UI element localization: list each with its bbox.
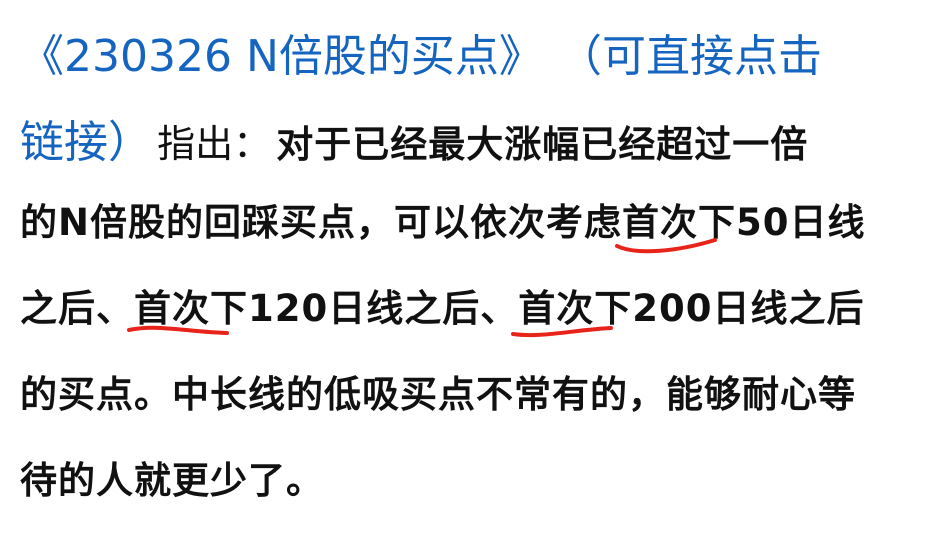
body-text-line-5: 的买点。中长线的低吸买点不常有的，能够耐心等 bbox=[20, 373, 856, 416]
highlight-200-day-line: 首次下200日线之后 bbox=[511, 278, 865, 338]
article-link-note-1[interactable]: （可直接点击 bbox=[558, 20, 822, 84]
highlight-120-day-line: 首次下120日线 bbox=[127, 278, 405, 335]
body-text-line-4b: 之后、 bbox=[404, 287, 519, 330]
article-link-title[interactable]: 《230326 N倍股的买点》 bbox=[20, 20, 543, 84]
line-2: 链接） 指出： 对于已经最大涨幅已经超过一倍 bbox=[20, 106, 925, 192]
article-link-note-2[interactable]: 链接） bbox=[20, 106, 152, 170]
body-text-line-4a: 之后、 bbox=[20, 287, 134, 330]
highlight-50-day-line: 首次下50日线 bbox=[614, 192, 866, 254]
line-3: 的N倍股的回踩买点，可以依次考虑首次下50日线 bbox=[20, 192, 925, 278]
highlight-200-day-line-text: 首次下200日线之后 bbox=[518, 287, 865, 330]
line-6: 待的人就更少了。 bbox=[20, 450, 925, 536]
line-4: 之后、首次下120日线 之后、首次下200日线之后 bbox=[20, 278, 925, 364]
lead-text: 指出： bbox=[157, 122, 272, 166]
highlight-120-day-line-text: 首次下120日线 bbox=[134, 287, 405, 330]
body-text-line-3: 的N倍股的回踩买点，可以依次考虑 bbox=[20, 201, 622, 244]
line-1: 《230326 N倍股的买点》 （可直接点击 bbox=[20, 20, 925, 106]
article-paragraph: 《230326 N倍股的买点》 （可直接点击 链接） 指出： 对于已经最大涨幅已… bbox=[20, 20, 925, 536]
body-text-line-6: 待的人就更少了。 bbox=[20, 459, 324, 502]
body-text-line-2: 对于已经最大涨幅已经超过一倍 bbox=[276, 123, 809, 166]
line-5: 的买点。中长线的低吸买点不常有的，能够耐心等 bbox=[20, 364, 925, 450]
highlight-50-day-line-text: 首次下50日线 bbox=[621, 201, 866, 244]
